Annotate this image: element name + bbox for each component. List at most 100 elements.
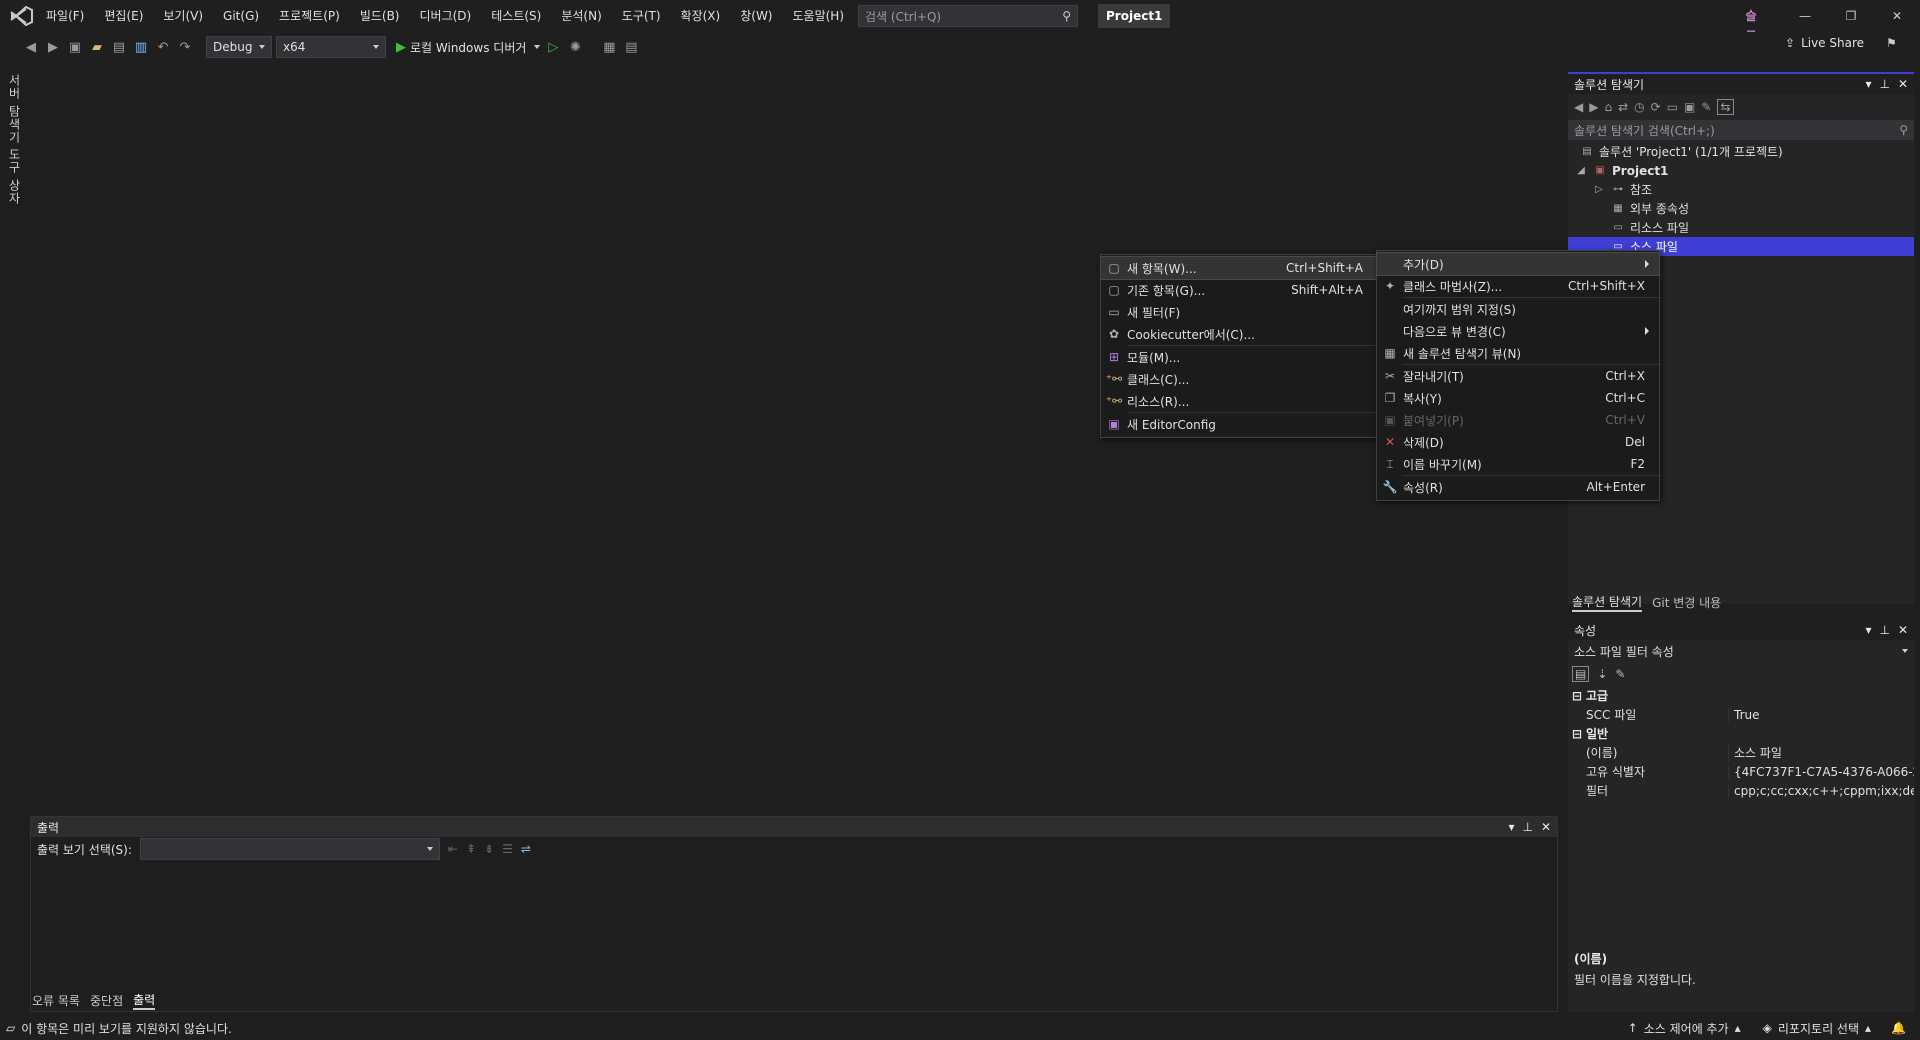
menu-item-delete[interactable]: ✕ 삭제(D) Del [1377, 431, 1659, 453]
navigate-back-icon[interactable]: ◀ [22, 38, 40, 56]
layout-icon[interactable]: ▤ [622, 38, 640, 56]
menu-tools[interactable]: 도구(T) [612, 0, 671, 32]
select-repository-button[interactable]: ◈ 리포지토리 선택 ▴ [1763, 1020, 1871, 1037]
category-advanced[interactable]: ⊟ 고급 [1568, 686, 1914, 705]
undo-icon[interactable]: ↶ [154, 38, 172, 56]
close-icon[interactable]: ✕ [1898, 77, 1908, 91]
categorized-icon[interactable]: ▤ [1572, 666, 1590, 682]
menu-debug[interactable]: 디버그(D) [410, 0, 482, 32]
pin-icon[interactable]: ⊥ [1879, 77, 1889, 91]
output-source-select[interactable] [139, 838, 440, 860]
menu-item-change-view-to[interactable]: 다음으로 뷰 변경(C) [1377, 320, 1659, 342]
save-all-icon[interactable]: ▥ [132, 38, 150, 56]
menu-item-class[interactable]: ⁺⚯ 클래스(C)... [1101, 368, 1377, 390]
close-icon[interactable]: ✕ [1898, 623, 1908, 637]
preview-selected-icon[interactable]: ⇆ [1717, 99, 1734, 115]
panel-options-icon[interactable]: ▾ [1865, 623, 1871, 637]
global-search-box[interactable]: 검색 (Ctrl+Q) ⚲ [858, 5, 1078, 27]
menu-item-new-explorer-view[interactable]: ▦ 새 솔루션 탐색기 뷰(N) [1377, 342, 1659, 364]
category-general[interactable]: ⊟ 일반 [1568, 724, 1914, 743]
live-share-button[interactable]: ⇪ Live Share [1785, 36, 1864, 50]
navigate-forward-icon[interactable]: ▶ [44, 38, 62, 56]
solution-search-input[interactable]: 솔루션 탐색기 검색(Ctrl+;) ⚲ [1568, 120, 1914, 140]
feedback-icon[interactable]: ⚑ [1886, 36, 1897, 50]
start-without-debugging-icon[interactable]: ▷ [544, 38, 562, 56]
restore-button[interactable]: ❐ [1828, 0, 1874, 32]
menu-item-scope-to-this[interactable]: 여기까지 범위 지정(S) [1377, 298, 1659, 320]
menu-project[interactable]: 프로젝트(P) [269, 0, 350, 32]
back-icon[interactable]: ◀ [1574, 100, 1583, 114]
menu-analyze[interactable]: 분석(N) [551, 0, 611, 32]
menu-item-module[interactable]: ⊞ 모듈(M)... [1101, 346, 1377, 368]
close-window-button[interactable]: ✕ [1874, 0, 1920, 32]
save-icon[interactable]: ▤ [110, 38, 128, 56]
tree-item-solution[interactable]: ▤ 솔루션 'Project1' (1/1개 프로젝트) [1568, 142, 1914, 161]
property-row[interactable]: 고유 식별자 {4FC737F1-C7A5-4376-A066-2 [1568, 762, 1914, 781]
menu-view[interactable]: 보기(V) [153, 0, 213, 32]
property-row[interactable]: (이름) 소스 파일 [1568, 743, 1914, 762]
menu-item-new-item[interactable]: ▢ 새 항목(W)... Ctrl+Shift+A [1100, 256, 1378, 280]
server-explorer-tab[interactable]: 서버 탐색기 [6, 74, 23, 144]
menu-item-rename[interactable]: ⌶ 이름 바꾸기(M) F2 [1377, 453, 1659, 475]
properties-wrench-icon[interactable]: ✎ [1701, 100, 1711, 114]
tab-breakpoints[interactable]: 중단점 [90, 992, 123, 1009]
panel-options-icon[interactable]: ▾ [1865, 77, 1871, 91]
menu-item-properties[interactable]: 🔧 속성(R) Alt+Enter [1377, 476, 1659, 498]
tree-item-resource-files[interactable]: ▭ 리소스 파일 [1568, 218, 1914, 237]
menu-item-editorconfig[interactable]: ▣ 새 EditorConfig [1101, 413, 1377, 435]
pending-changes-filter-icon[interactable]: ◷ [1634, 100, 1644, 114]
menu-item-resource[interactable]: ⁺⚯ 리소스(R)... [1101, 390, 1377, 412]
menu-git[interactable]: Git(G) [213, 0, 269, 32]
menu-build[interactable]: 빌드(B) [350, 0, 410, 32]
forward-icon[interactable]: ▶ [1589, 100, 1598, 114]
menu-window[interactable]: 창(W) [730, 0, 782, 32]
sync-icon[interactable]: ⟳ [1651, 100, 1661, 114]
open-folder-icon[interactable]: ▰ [88, 38, 106, 56]
minimize-button[interactable]: — [1782, 0, 1828, 32]
word-wrap-icon[interactable]: ⇌ [521, 842, 531, 856]
menu-item-cut[interactable]: ✂ 잘라내기(T) Ctrl+X [1377, 365, 1659, 387]
property-row[interactable]: SCC 파일 True [1568, 705, 1914, 724]
alphabetical-icon[interactable]: ⇣ [1597, 667, 1607, 681]
menu-item-cookiecutter[interactable]: ✿ Cookiecutter에서(C)... [1101, 323, 1377, 345]
start-debugging-button[interactable]: ▶ 로컬 Windows 디버거 [396, 39, 541, 56]
clear-all-icon[interactable]: ☰ [502, 842, 513, 856]
menu-file[interactable]: 파일(F) [36, 0, 94, 32]
properties-object-select[interactable]: 소스 파일 필터 속성 [1568, 640, 1914, 662]
tab-output[interactable]: 출력 [133, 991, 156, 1010]
panel-options-icon[interactable]: ▾ [1508, 820, 1514, 834]
property-row[interactable]: 필터 cpp;c;cc;cxx;c++;cppm;ixx;def;o [1568, 781, 1914, 800]
tab-error-list[interactable]: 오류 목록 [32, 992, 80, 1009]
menu-item-copy[interactable]: ❐ 복사(Y) Ctrl+C [1377, 387, 1659, 409]
menu-item-new-filter[interactable]: ▭ 새 필터(F) [1101, 301, 1377, 323]
menu-test[interactable]: 테스트(S) [481, 0, 551, 32]
redo-icon[interactable]: ↷ [176, 38, 194, 56]
home-icon[interactable]: ⌂ [1604, 100, 1612, 114]
menu-item-existing-item[interactable]: ▢ 기존 항목(G)... Shift+Alt+A [1101, 279, 1377, 301]
solution-platform-select[interactable]: x64 [276, 36, 386, 58]
switch-views-icon[interactable]: ⇄ [1618, 100, 1628, 114]
property-pages-icon[interactable]: ✎ [1615, 667, 1625, 681]
menu-extensions[interactable]: 확장(X) [671, 0, 731, 32]
pin-icon[interactable]: ⊥ [1522, 820, 1532, 834]
menu-item-class-wizard[interactable]: ✦ 클래스 마법사(Z)... Ctrl+Shift+X [1377, 275, 1659, 297]
show-all-files-icon[interactable]: ▣ [1684, 100, 1695, 114]
tree-item-references[interactable]: ▷ ⊶ 참조 [1568, 180, 1914, 199]
tab-solution-explorer[interactable]: 솔루션 탐색기 [1572, 593, 1643, 612]
toolbox-tab[interactable]: 도구 상자 [6, 148, 23, 205]
hot-reload-icon[interactable]: ✺ [566, 38, 584, 56]
close-icon[interactable]: ✕ [1541, 820, 1551, 834]
collapse-all-icon[interactable]: ▭ [1667, 100, 1678, 114]
menu-help[interactable]: 도움말(H) [783, 0, 855, 32]
find-message-icon[interactable]: ⇤ [448, 842, 458, 856]
solution-configuration-select[interactable]: Debug [206, 36, 272, 58]
notifications-bell-icon[interactable]: 🔔 [1891, 1021, 1906, 1035]
menu-item-add[interactable]: 추가(D) [1376, 252, 1660, 276]
menu-edit[interactable]: 편집(E) [94, 0, 153, 32]
pin-icon[interactable]: ⊥ [1879, 623, 1889, 637]
next-message-icon[interactable]: ⇟ [484, 842, 494, 856]
previous-message-icon[interactable]: ⇞ [466, 842, 476, 856]
tree-item-external-deps[interactable]: ▦ 외부 종속성 [1568, 199, 1914, 218]
tree-item-project[interactable]: ◢ ▣ Project1 [1568, 161, 1914, 180]
tab-git-changes[interactable]: Git 변경 내용 [1652, 594, 1721, 611]
